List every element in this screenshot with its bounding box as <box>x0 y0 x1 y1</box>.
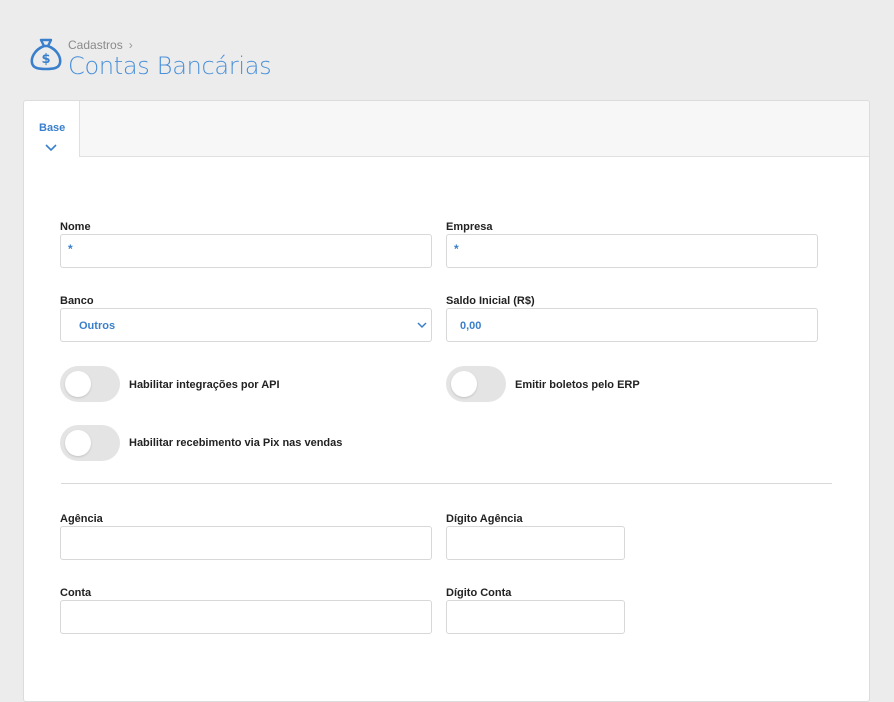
saldo-inicial-input[interactable]: 0,00 <box>446 308 818 342</box>
chevron-down-icon <box>417 322 427 329</box>
digito-agencia-input[interactable] <box>446 526 625 560</box>
digito-conta-input[interactable] <box>446 600 625 634</box>
form-card: Base Nome * Empresa * Banco Outros Saldo… <box>23 100 870 702</box>
digito-agencia-label: Dígito Agência <box>446 513 523 525</box>
toggle-emitir-boletos[interactable] <box>446 366 506 402</box>
empresa-label: Empresa <box>446 221 493 233</box>
banco-label: Banco <box>60 295 94 307</box>
tab-base[interactable]: Base <box>24 101 80 157</box>
toggle-knob <box>65 371 91 397</box>
toggle-api-integration-label: Habilitar integrações por API <box>129 379 280 391</box>
agencia-input[interactable] <box>60 526 432 560</box>
money-bag-icon: $ <box>30 38 62 71</box>
conta-label: Conta <box>60 587 92 599</box>
empresa-input[interactable]: * <box>446 234 818 268</box>
section-divider <box>61 483 832 484</box>
breadcrumb-separator: › <box>128 38 133 52</box>
tab-bar: Base <box>24 101 869 157</box>
breadcrumb: Cadastros › <box>68 38 133 52</box>
page-title: Contas Bancárias <box>68 52 272 80</box>
chevron-down-icon <box>45 144 57 152</box>
toggle-pix[interactable] <box>60 425 120 461</box>
nome-label: Nome <box>60 221 91 233</box>
toggle-knob <box>65 430 91 456</box>
empresa-required-marker: * <box>454 242 459 256</box>
digito-conta-label: Dígito Conta <box>446 587 512 599</box>
tab-base-label: Base <box>39 122 66 134</box>
saldo-inicial-label: Saldo Inicial (R$) <box>446 295 535 307</box>
conta-input[interactable] <box>60 600 432 634</box>
toggle-knob <box>451 371 477 397</box>
toggle-pix-label: Habilitar recebimento via Pix nas vendas <box>129 437 343 449</box>
toggle-api-integration[interactable] <box>60 366 120 402</box>
svg-text:$: $ <box>41 52 50 67</box>
agencia-label: Agência <box>60 513 103 525</box>
saldo-inicial-value: 0,00 <box>460 320 482 332</box>
banco-selected-value: Outros <box>79 320 116 332</box>
nome-required-marker: * <box>68 242 73 256</box>
nome-input[interactable]: * <box>60 234 432 268</box>
banco-select[interactable]: Outros <box>60 308 432 342</box>
toggle-emitir-boletos-label: Emitir boletos pelo ERP <box>515 379 640 391</box>
breadcrumb-cadastros[interactable]: Cadastros <box>68 38 123 52</box>
